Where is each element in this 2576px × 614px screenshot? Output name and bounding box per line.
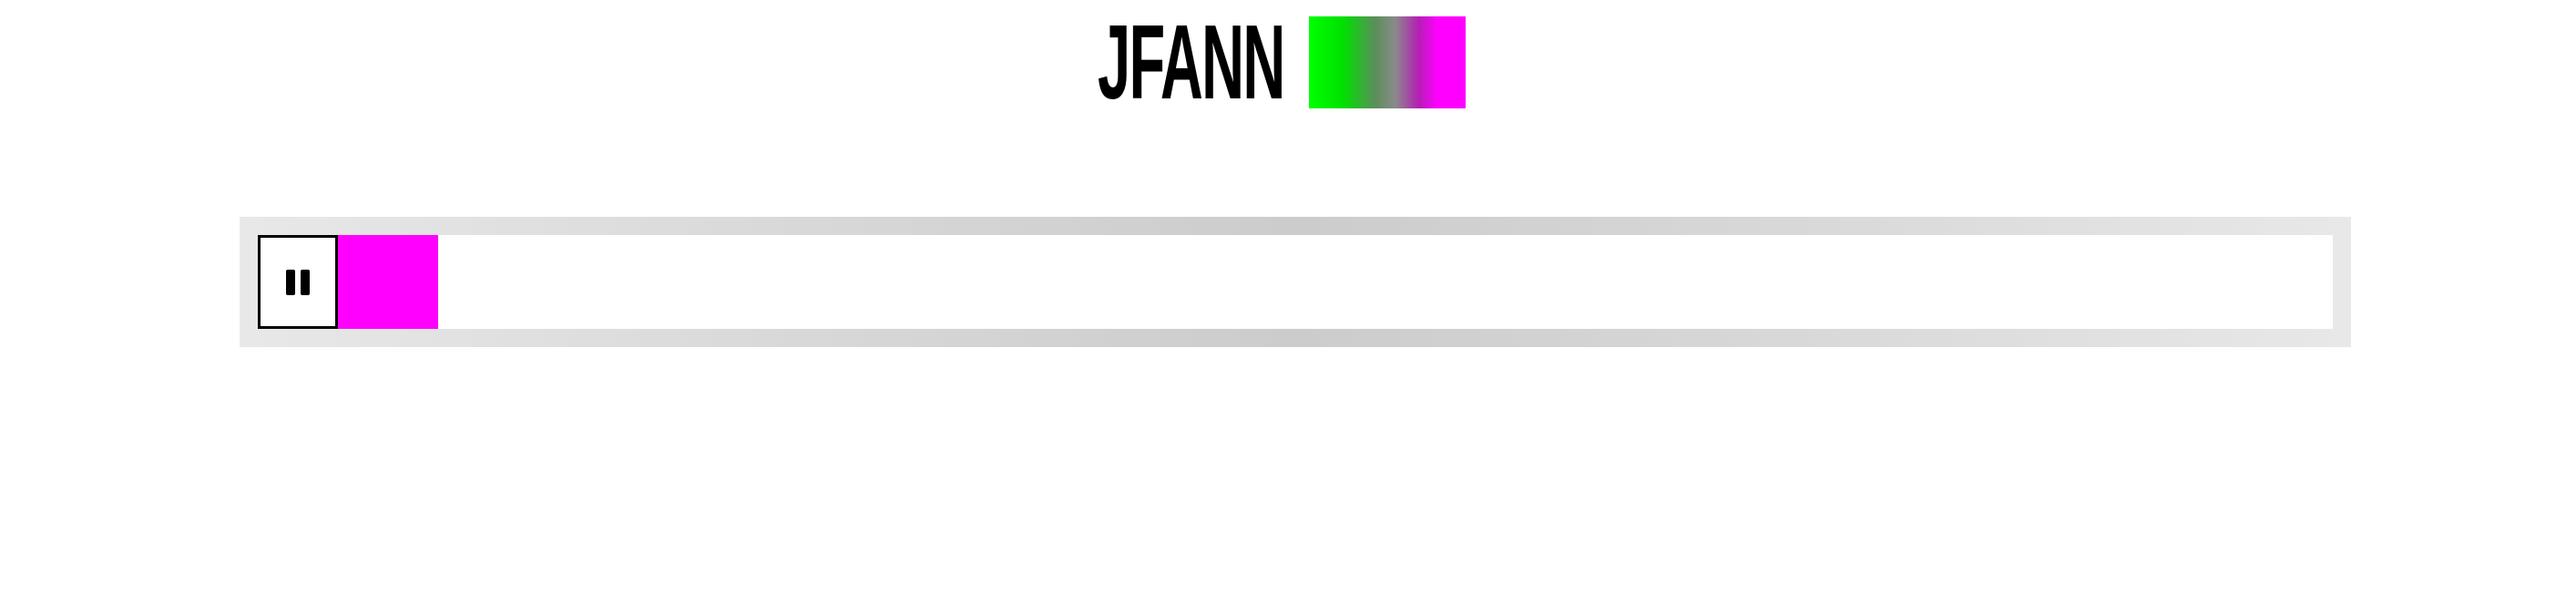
pause-button[interactable] bbox=[258, 235, 338, 329]
page: JFANN bbox=[0, 0, 2576, 614]
player-inner bbox=[258, 235, 2333, 329]
logo-text: JFANN bbox=[1098, 3, 1285, 121]
progress-track[interactable] bbox=[338, 235, 2333, 329]
audio-player bbox=[240, 217, 2351, 347]
logo-gradient-bar bbox=[1309, 16, 1466, 108]
logo: JFANN bbox=[1098, 3, 1466, 121]
pause-icon bbox=[286, 269, 310, 295]
progress-fill bbox=[338, 235, 438, 329]
